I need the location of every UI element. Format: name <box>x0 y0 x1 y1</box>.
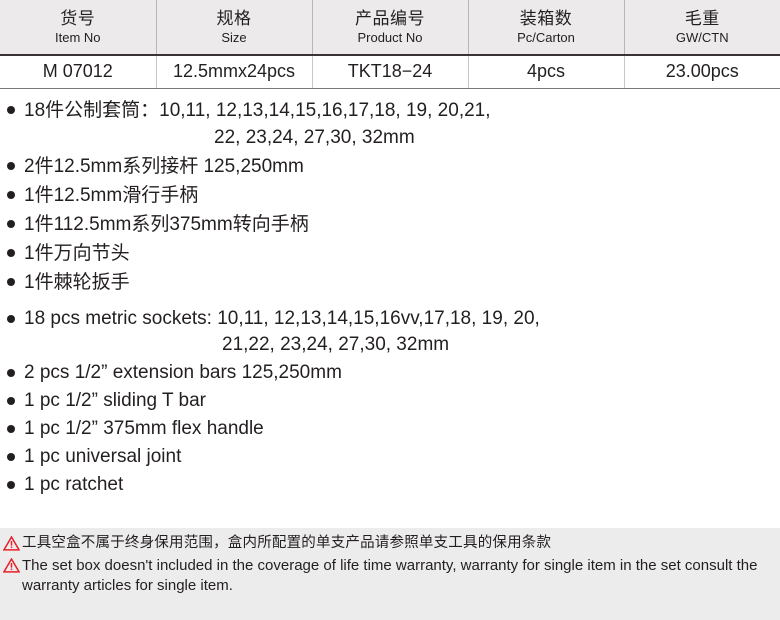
column-header-en: Product No <box>357 29 423 45</box>
list-item: 1件12.5mm滑行手柄 <box>0 182 780 209</box>
cell-size: 12.5mmx24pcs <box>156 55 313 89</box>
warning-triangle-icon <box>3 558 20 573</box>
bullet-icon <box>7 105 15 114</box>
specification-table: 货号 Item No 规格 Size 产品编号 Product No 装箱数 P… <box>0 0 780 89</box>
list-item-line1: 2件12.5mm系列接杆 125,250mm <box>24 155 304 177</box>
list-item-line2: 21,22, 23,24, 27,30, 32mm <box>222 333 450 355</box>
column-header-en: Pc/Carton <box>517 29 575 45</box>
table-row: M 07012 12.5mmx24pcs TKT18−24 4pcs 23.00… <box>0 55 780 89</box>
list-item-line2: 22, 23,24, 27,30, 32mm <box>214 126 415 148</box>
bullet-icon <box>7 368 15 377</box>
cell-item-no: M 07012 <box>0 55 157 89</box>
column-header-cn: 产品编号 <box>355 8 425 28</box>
warranty-notice-band: 工具空盒不属于终身保用范围，盒内所配置的单支产品请参照单支工具的保用条款 The… <box>0 528 780 620</box>
list-item-line1: 1 pc universal joint <box>24 445 182 467</box>
column-header-item-no: 货号 Item No <box>0 0 157 56</box>
list-item: 1 pc universal joint <box>0 444 780 470</box>
table-body: M 07012 12.5mmx24pcs TKT18−24 4pcs 23.00… <box>0 55 780 89</box>
bullet-icon <box>7 190 15 199</box>
column-header-en: Item No <box>54 29 101 45</box>
column-header-size: 规格 Size <box>156 0 313 56</box>
product-spec-sheet: 货号 Item No 规格 Size 产品编号 Product No 装箱数 P… <box>0 0 780 620</box>
list-item: 1 pc 1/2” 375mm flex handle <box>0 416 780 442</box>
list-item: 1件万向节头 <box>0 240 780 267</box>
bullet-icon <box>7 314 15 323</box>
list-item: 1 pc 1/2” sliding T bar <box>0 388 780 414</box>
column-header-cn: 规格 <box>216 8 252 28</box>
cell-product-no: TKT18−24 <box>312 55 469 89</box>
warranty-notice-en: The set box doesn't included in the cove… <box>2 556 776 596</box>
list-item-line1: 2 pcs 1/2” extension bars 125,250mm <box>24 361 342 383</box>
list-item-line1: 1件万向节头 <box>24 242 130 264</box>
list-item: 2件12.5mm系列接杆 125,250mm <box>0 153 780 180</box>
column-header-en: Size <box>221 29 247 45</box>
table-header-row: 货号 Item No 规格 Size 产品编号 Product No 装箱数 P… <box>0 0 780 56</box>
bullet-icon <box>7 424 15 433</box>
bullet-icon <box>7 452 15 461</box>
list-item: 1件112.5mm系列375mm转向手柄 <box>0 211 780 238</box>
column-header-gross-weight: 毛重 GW/CTN <box>624 0 780 56</box>
list-item-line1: 1件112.5mm系列375mm转向手柄 <box>24 213 309 235</box>
list-item: 18件公制套筒：10,11, 12,13,14,15,16,17,18, 19,… <box>0 97 780 151</box>
cell-gross-weight: 23.00pcs <box>624 55 780 89</box>
contents-list-english: 18 pcs metric sockets: 10,11, 12,13,14,1… <box>0 298 780 498</box>
contents-list-chinese: 18件公制套筒：10,11, 12,13,14,15,16,17,18, 19,… <box>0 89 780 296</box>
column-header-product-no: 产品编号 Product No <box>312 0 469 56</box>
list-item-line1: 18件公制套筒：10,11, 12,13,14,15,16,17,18, 19,… <box>24 99 491 121</box>
list-item: 1件棘轮扳手 <box>0 269 780 296</box>
bullet-icon <box>7 248 15 257</box>
list-item-line1: 18 pcs metric sockets: 10,11, 12,13,14,1… <box>24 307 540 329</box>
column-header-cn: 毛重 <box>684 8 720 28</box>
warranty-notice-cn-text: 工具空盒不属于终身保用范围，盒内所配置的单支产品请参照单支工具的保用条款 <box>22 535 552 551</box>
list-item: 18 pcs metric sockets: 10,11, 12,13,14,1… <box>0 306 780 358</box>
column-header-cn: 装箱数 <box>519 8 573 28</box>
bullet-icon <box>7 396 15 405</box>
list-item: 1 pc ratchet <box>0 472 780 498</box>
list-item: 2 pcs 1/2” extension bars 125,250mm <box>0 360 780 386</box>
bullet-icon <box>7 161 15 170</box>
column-header-en: GW/CTN <box>675 29 729 45</box>
list-item-line1: 1 pc 1/2” sliding T bar <box>24 389 207 411</box>
cell-pc-carton: 4pcs <box>468 55 625 89</box>
bullet-icon <box>7 480 15 489</box>
list-item-line1: 1件棘轮扳手 <box>24 271 130 293</box>
list-item-line1: 1件12.5mm滑行手柄 <box>24 184 199 206</box>
list-item-line1: 1 pc 1/2” 375mm flex handle <box>24 417 264 439</box>
warranty-notice-en-text: The set box doesn't included in the cove… <box>22 557 758 594</box>
warranty-notice-cn: 工具空盒不属于终身保用范围，盒内所配置的单支产品请参照单支工具的保用条款 <box>2 534 776 553</box>
bullet-icon <box>7 277 15 286</box>
column-header-pc-carton: 装箱数 Pc/Carton <box>468 0 625 56</box>
bullet-icon <box>7 219 15 228</box>
list-item-line1: 1 pc ratchet <box>24 473 124 495</box>
table-header: 货号 Item No 规格 Size 产品编号 Product No 装箱数 P… <box>0 0 780 56</box>
column-header-cn: 货号 <box>60 8 96 28</box>
warning-triangle-icon <box>3 536 20 551</box>
